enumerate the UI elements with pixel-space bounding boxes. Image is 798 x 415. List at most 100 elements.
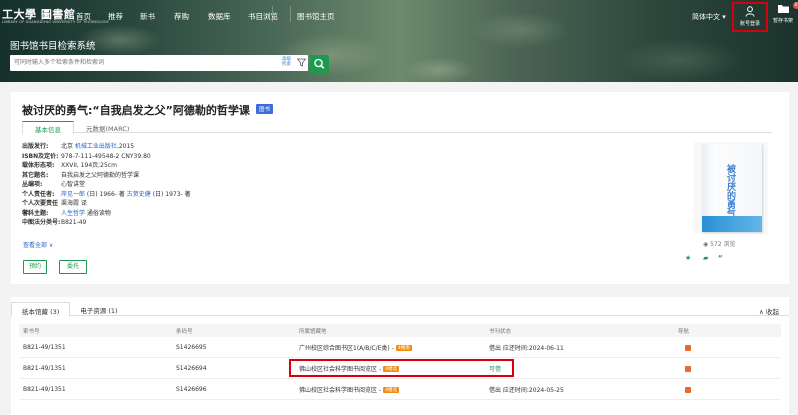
barcode: S1426695 bbox=[176, 344, 207, 351]
status: 借出 应还时间:2024-06-11 bbox=[489, 345, 564, 352]
status: 借出 应还时间:2024-05-25 bbox=[489, 387, 564, 394]
table-row: B821-49/1351 S1426695 广州校区综合图书区1(A/B/C/E… bbox=[19, 338, 781, 358]
subject-link[interactable]: 人生哲学 bbox=[61, 210, 85, 217]
location-tag: 4楼南 bbox=[395, 344, 412, 351]
nav-divider bbox=[272, 6, 273, 22]
search-button[interactable] bbox=[310, 55, 329, 73]
field-value: 自我启发之父阿德勒的哲学课 bbox=[61, 171, 140, 179]
shelf-count-badge: 0 bbox=[792, 2, 798, 9]
field-row-isbn: ISBN及定价: 978-7-111-49548-2 CNY39.80 bbox=[22, 152, 191, 162]
field-row-subject: 学科主题: 人生哲学 通俗读物 bbox=[22, 209, 191, 219]
book-cover: 被讨厌的勇气 bbox=[694, 142, 768, 234]
location-tag: 4楼北 bbox=[383, 386, 399, 393]
user-icon bbox=[745, 6, 755, 17]
column-header: 索书号 bbox=[23, 328, 40, 335]
field-row-other-title: 其它题名: 自我启发之父阿德勒的哲学课 bbox=[22, 171, 191, 181]
tab-marc[interactable]: 元数据(MARC) bbox=[74, 121, 141, 133]
author-link[interactable]: 岸见一郎 bbox=[61, 191, 85, 198]
tab-basic-info[interactable]: 基本信息 bbox=[22, 121, 74, 134]
field-value: XXVII, 194页;25cm bbox=[61, 162, 117, 169]
nav-divider bbox=[290, 6, 291, 22]
system-title: 图书馆书目检索系统 bbox=[10, 41, 96, 52]
nav-databases[interactable]: 数据库 bbox=[208, 11, 231, 22]
call-number: B821-49/1351 bbox=[23, 365, 66, 372]
field-key: 丛编项: bbox=[22, 181, 43, 188]
field-row-translator: 个人次要责任者: 渠海霞 译 bbox=[22, 199, 191, 217]
tab-electronic-resources[interactable]: 电子资源 (1) bbox=[70, 302, 127, 315]
nav-purchase-request[interactable]: 荐购 bbox=[174, 11, 189, 22]
field-value: 心智讲堂 bbox=[61, 181, 86, 188]
field-row-authors: 个人责任者: 岸见一郎 (日) 1966- 著 古贺史健 (日) 1973- 著 bbox=[22, 190, 191, 200]
field-value: 978-7-111-49548-2 CNY39.80 bbox=[61, 152, 151, 160]
author-link[interactable]: 古贺史健 bbox=[127, 191, 151, 198]
location: 广州校区综合图书区1(A/B/C/E类) -4楼南 bbox=[299, 344, 412, 352]
holdings-tabs: 纸本馆藏 (3) 电子资源 (1) bbox=[11, 302, 789, 317]
nav-recommend[interactable]: 推荐 bbox=[108, 11, 123, 22]
field-key: ISBN及定价: bbox=[22, 152, 59, 160]
field-value: 渠海霞 译 bbox=[61, 200, 87, 207]
folder-icon[interactable]: ▰ bbox=[703, 254, 708, 262]
call-number: B821-49/1351 bbox=[23, 344, 66, 351]
delegate-button[interactable]: 委托 bbox=[59, 260, 87, 274]
highlight-box bbox=[289, 359, 514, 377]
account-login-button[interactable]: 账号登录 bbox=[732, 2, 768, 32]
login-label: 账号登录 bbox=[739, 21, 760, 27]
column-header: 条码号 bbox=[176, 328, 193, 335]
navigation-icon[interactable] bbox=[685, 380, 691, 399]
call-number: B821-49/1351 bbox=[23, 386, 66, 393]
location: 佛山校区社会科学图书阅览区 -4楼北 bbox=[299, 386, 399, 394]
field-row-publisher: 出版发行: 北京 机械工业出版社,2015 bbox=[22, 142, 191, 152]
quote-icon[interactable]: “ bbox=[718, 254, 723, 262]
field-key: 出版发行: bbox=[22, 143, 49, 150]
search-input[interactable] bbox=[10, 55, 278, 71]
barcode: S1426694 bbox=[176, 365, 207, 372]
reserve-button[interactable]: 预约 bbox=[23, 260, 47, 274]
shelf-label: 暂存书架 bbox=[772, 18, 793, 24]
nav-library-homepage[interactable]: 图书馆主页 bbox=[297, 11, 335, 22]
field-key: 载体形态项: bbox=[22, 162, 55, 169]
field-key: 中图法分类号: bbox=[22, 219, 61, 226]
nav-home[interactable]: 首页 bbox=[76, 11, 91, 22]
nav-new-books[interactable]: 新书 bbox=[140, 11, 155, 22]
language-selector[interactable]: 简体中文 ▾ bbox=[692, 12, 726, 22]
field-key: 个人次要责任者: bbox=[22, 200, 59, 217]
column-header: 书刊状态 bbox=[489, 328, 512, 335]
field-key: 其它题名: bbox=[22, 171, 49, 179]
column-header: 所属馆藏地 bbox=[299, 328, 327, 335]
navigation-icon[interactable] bbox=[685, 359, 691, 378]
search-icon bbox=[314, 58, 325, 69]
publisher-link[interactable]: 机械工业出版社 bbox=[75, 143, 117, 150]
field-value: 人生哲学 通俗读物 bbox=[61, 209, 111, 217]
book-detail-card: 被讨厌的勇气:“自我启发之父”阿德勒的哲学课 图书 基本信息 元数据(MARC)… bbox=[11, 92, 789, 284]
filter-icon[interactable] bbox=[297, 58, 306, 67]
field-value: B821-49 bbox=[61, 219, 87, 226]
field-row-physical: 载体形态项: XXVII, 194页;25cm bbox=[22, 161, 191, 171]
column-header: 导航 bbox=[678, 328, 690, 335]
collapse-button[interactable]: ∧ 收起 bbox=[759, 306, 779, 316]
nav-catalog-browse[interactable]: 书目浏览 bbox=[248, 11, 278, 22]
folder-icon bbox=[777, 5, 789, 13]
temp-shelf-button[interactable]: 0 暂存书架 bbox=[768, 2, 798, 24]
detail-tabs: 基本信息 元数据(MARC) bbox=[22, 121, 772, 134]
show-all-link[interactable]: 查看全部 ∨ bbox=[23, 240, 53, 249]
view-count: ◉ 572 浏览 bbox=[703, 241, 736, 248]
field-row-classification: 中图法分类号: B821-49 bbox=[22, 218, 191, 228]
search-bar: 高级检索 bbox=[10, 55, 308, 71]
cover-title: 被讨厌的勇气 bbox=[725, 164, 735, 218]
cover-band bbox=[702, 216, 762, 232]
holdings-table-header: 索书号 条码号 所属馆藏地 书刊状态 导航 bbox=[19, 324, 781, 337]
tab-print-holdings[interactable]: 纸本馆藏 (3) bbox=[11, 302, 71, 317]
star-icon[interactable]: ★ bbox=[685, 254, 691, 262]
advanced-search-link[interactable]: 高级检索 bbox=[282, 57, 294, 67]
library-logo-subtitle: LIBRARY OF GUANGDONG UNIVERSITY OF TECHN… bbox=[2, 20, 110, 24]
field-value: 岸见一郎 (日) 1966- 著 古贺史健 (日) 1973- 著 bbox=[61, 190, 191, 198]
field-row-series: 丛编项: 心智讲堂 bbox=[22, 180, 191, 190]
table-row: B821-49/1351 S1426696 佛山校区社会科学图书阅览区 -4楼北… bbox=[19, 380, 781, 400]
field-key: 个人责任者: bbox=[22, 190, 55, 198]
field-value: 北京 机械工业出版社,2015 bbox=[61, 143, 135, 150]
book-title: 被讨厌的勇气:“自我启发之父”阿德勒的哲学课 bbox=[22, 104, 250, 117]
header-banner: 工大學 圖書館 LIBRARY OF GUANGDONG UNIVERSITY … bbox=[0, 0, 798, 82]
barcode: S1426696 bbox=[176, 386, 207, 393]
book-fields: 出版发行: 北京 机械工业出版社,2015 ISBN及定价: 978-7-111… bbox=[22, 142, 191, 228]
navigation-icon[interactable] bbox=[685, 338, 691, 357]
